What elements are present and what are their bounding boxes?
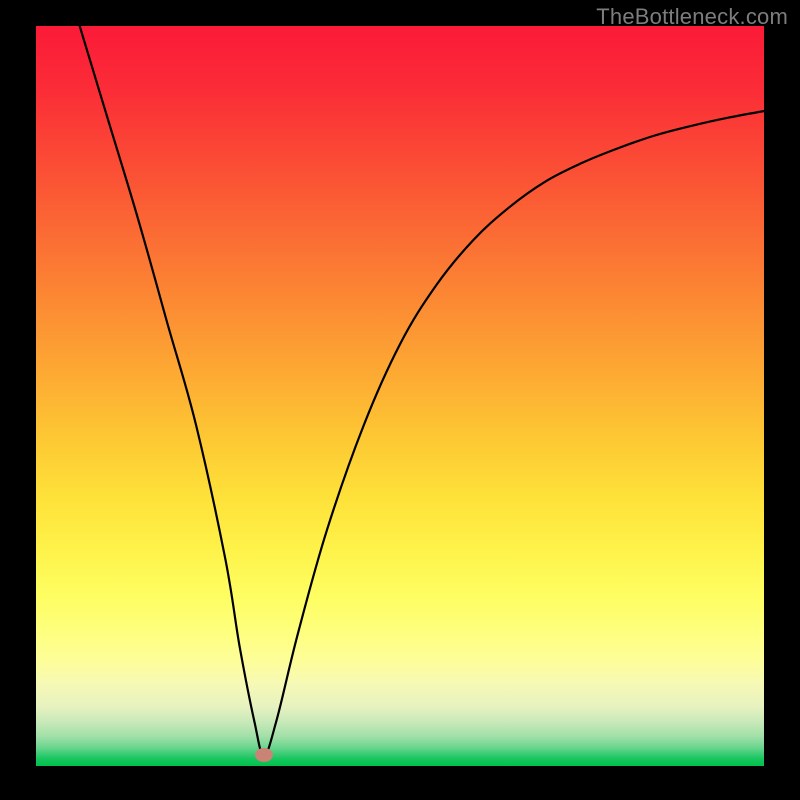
watermark-text: TheBottleneck.com: [596, 4, 788, 30]
plot-area: [36, 26, 764, 766]
curve-layer: [36, 26, 764, 766]
chart-frame: TheBottleneck.com: [0, 0, 800, 800]
optimal-point-marker: [255, 748, 273, 762]
bottleneck-curve: [80, 26, 764, 755]
